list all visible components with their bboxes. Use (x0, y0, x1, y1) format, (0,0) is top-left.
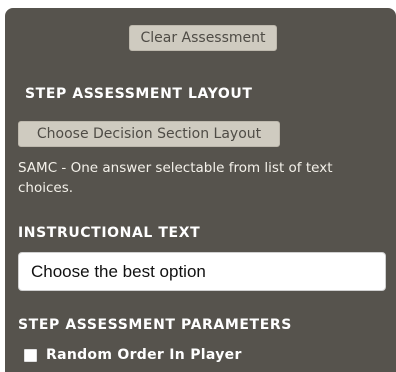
step-assessment-parameters-heading: STEP ASSESSMENT PARAMETERS (18, 317, 292, 333)
random-order-checkbox[interactable] (24, 348, 37, 362)
layout-description: SAMC - One answer selectable from list o… (18, 160, 333, 196)
random-order-option[interactable]: Random Order In Player (24, 346, 242, 364)
random-order-label: Random Order In Player (46, 347, 242, 363)
choose-decision-section-layout-button[interactable]: Choose Decision Section Layout (18, 121, 280, 147)
step-assessment-layout-heading: STEP ASSESSMENT LAYOUT (25, 86, 253, 102)
clear-assessment-button[interactable]: Clear Assessment (129, 25, 277, 51)
instructional-text-input[interactable] (18, 252, 386, 291)
assessment-settings-panel: Clear Assessment STEP ASSESSMENT LAYOUT … (5, 8, 396, 372)
instructional-text-heading: INSTRUCTIONAL TEXT (18, 225, 201, 241)
